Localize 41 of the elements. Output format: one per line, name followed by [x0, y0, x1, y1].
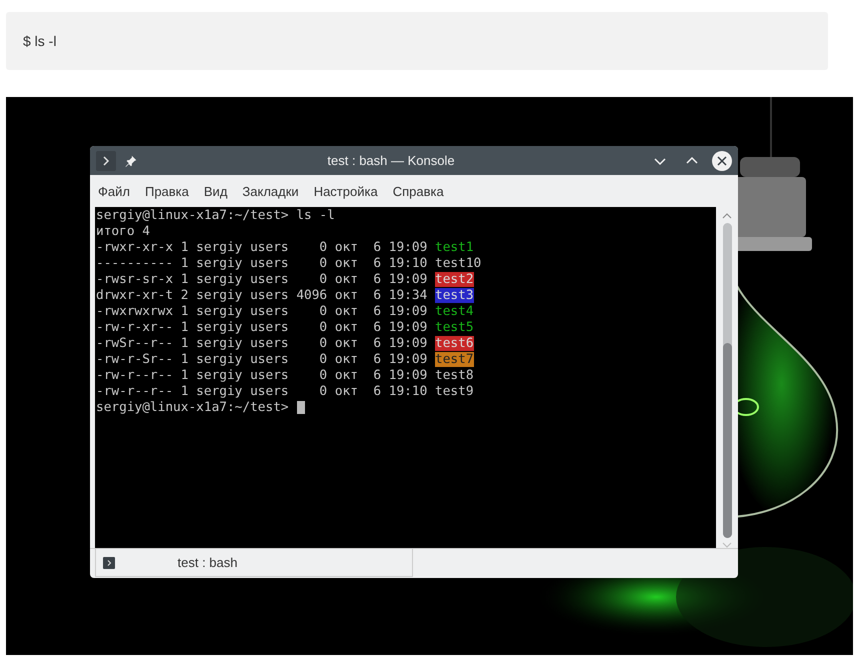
tab[interactable]: test : bash	[95, 549, 413, 577]
file-name: test7	[435, 352, 474, 367]
file-name: test9	[435, 384, 474, 399]
pin-icon[interactable]	[124, 154, 138, 168]
cursor	[296, 401, 305, 414]
scrollbar-thumb[interactable]	[722, 342, 732, 538]
file-info: -rw-r--r-- 1 sergiy users 0 окт 6 19:10	[96, 384, 428, 399]
total-line: итого 4	[96, 224, 150, 239]
file-info: ---------- 1 sergiy users 0 окт 6 19:10	[96, 256, 428, 271]
file-info: -rwSr--r-- 1 sergiy users 0 окт 6 19:09	[96, 336, 428, 351]
command-line: sergiy@linux-x1a7:~/test> ls -l	[96, 208, 335, 223]
terminal-icon	[103, 556, 115, 568]
menu-item[interactable]: Закладки	[242, 184, 299, 198]
terminal-area[interactable]	[95, 207, 716, 548]
prompt-text: sergiy@linux-x1a7:~/test>	[96, 400, 289, 415]
terminal-icon[interactable]	[96, 150, 116, 170]
menu-item[interactable]: Настройка	[314, 184, 378, 198]
file-info: -rwxrwxrwx 1 sergiy users 0 окт 6 19:09	[96, 304, 428, 319]
file-name: test8	[435, 368, 474, 383]
window-title: test : bash — Konsole	[326, 153, 456, 168]
file-info: -rw-r--r-- 1 sergiy users 0 окт 6 19:09	[96, 368, 428, 383]
file-name: test6	[435, 336, 474, 351]
command-text: $ ls -l	[23, 33, 56, 49]
file-name: test2	[435, 272, 474, 287]
file-info: -rw-r-xr-- 1 sergiy users 0 окт 6 19:09	[96, 320, 428, 335]
file-name: test1	[435, 240, 474, 255]
file-info: drwxr-xr-t 2 sergiy users 4096 окт 6 19:34	[96, 288, 428, 303]
scroll-up-icon[interactable]	[722, 213, 732, 219]
file-info: -rwxr-xr-x 1 sergiy users 0 окт 6 19:09	[96, 240, 428, 255]
menu-item[interactable]: Правка	[144, 184, 189, 198]
file-name: test4	[435, 304, 474, 319]
menu-item[interactable]: Файл	[98, 184, 130, 198]
file-name: test3	[435, 288, 474, 303]
file-info: -rwsr-sr-x 1 sergiy users 0 окт 6 19:09	[96, 272, 428, 287]
close-icon[interactable]	[712, 150, 732, 170]
scrollbar-track[interactable]	[722, 223, 732, 538]
menu-item[interactable]: Справка	[392, 184, 444, 198]
file-name: test5	[435, 320, 474, 335]
menu-item[interactable]: Вид	[204, 184, 228, 198]
file-info: -rw-r-Sr-- 1 sergiy users 0 окт 6 19:09	[96, 352, 428, 367]
file-name: test10	[435, 256, 482, 271]
